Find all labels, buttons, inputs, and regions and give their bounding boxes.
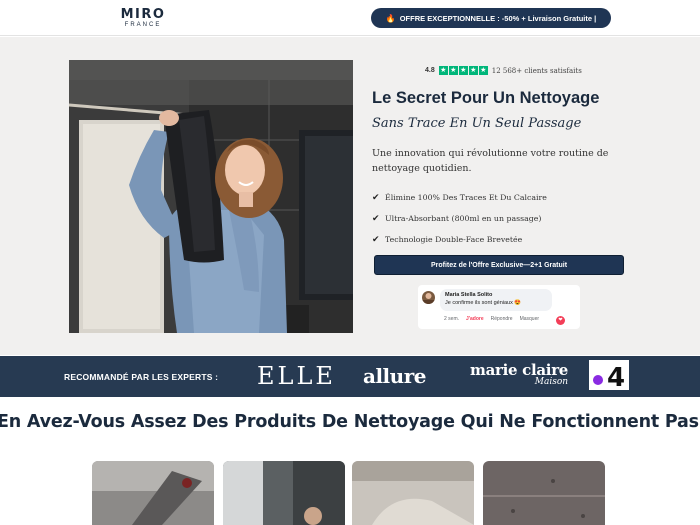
comment-time: 2 sem. — [444, 316, 460, 322]
logo-subtitle: FRANCE — [124, 22, 162, 28]
marie-claire-logo: marie claire Maison — [470, 361, 569, 388]
comment-like-link[interactable]: J'adore — [466, 316, 484, 322]
social-proof-comment: Maria Stella Solito Je confirme ils sont… — [418, 285, 580, 329]
hero-description: Une innovation qui révolutionne votre ro… — [372, 148, 609, 174]
feature-item: ✔ Ultra-Absorbant (800ml en un passage) — [372, 208, 547, 229]
feature-text: Technologie Double-Face Brevetée — [385, 235, 523, 244]
rating-stars: ★ ★ ★ ★ ★ — [438, 66, 488, 75]
experts-band: RECOMMANDÉ PAR LES EXPERTS : ELLE allure… — [0, 356, 700, 397]
feature-item: ✔ Élimine 100% Des Traces Et Du Calcaire — [372, 187, 547, 208]
hero-title: Le Secret Pour Un Nettoyage — [372, 89, 600, 107]
problem-thumbnail — [223, 461, 345, 525]
comment-reply-link[interactable]: Répondre — [491, 316, 513, 322]
rating-score: 4.8 — [425, 67, 435, 74]
allure-logo: allure — [363, 364, 426, 388]
problem-thumbnail — [352, 461, 474, 525]
check-icon: ✔ — [372, 213, 380, 224]
offer-banner[interactable]: 🔥 OFFRE EXCEPTIONNELLE : -50% + Livraiso… — [371, 8, 611, 28]
rating-summary: 4.8 ★ ★ ★ ★ ★ 12 568+ clients satisfaits — [425, 66, 582, 75]
star-icon: ★ — [448, 66, 458, 75]
problem-thumbnail — [483, 461, 605, 525]
comment-hide-link[interactable]: Masquer — [520, 316, 539, 322]
hero-product-photo — [69, 60, 353, 333]
check-icon: ✔ — [372, 234, 380, 245]
comment-actions: 2 sem. J'adore Répondre Masquer — [444, 316, 539, 322]
feature-text: Élimine 100% Des Traces Et Du Calcaire — [385, 193, 547, 202]
offer-cta-button[interactable]: Profitez de l'Offre Exclusive—2+1 Gratui… — [374, 255, 624, 275]
star-icon: ★ — [468, 66, 478, 75]
feature-item: ✔ Technologie Double-Face Brevetée — [372, 229, 547, 250]
avatar — [422, 291, 435, 304]
star-icon: ★ — [438, 66, 448, 75]
star-icon: ★ — [458, 66, 468, 75]
m6-logo: 4 — [589, 360, 629, 393]
site-header: MIRO FRANCE 🔥 OFFRE EXCEPTIONNELLE : -50… — [0, 0, 700, 36]
feature-list: ✔ Élimine 100% Des Traces Et Du Calcaire… — [372, 187, 547, 250]
comment-author[interactable]: Maria Stella Solito — [445, 292, 547, 299]
section-heading: En Avez-Vous Assez Des Produits De Netto… — [0, 412, 700, 432]
marie-claire-wordmark: marie claire — [470, 361, 569, 379]
heart-icon: ❤ — [556, 316, 565, 325]
brand-logo[interactable]: MIRO FRANCE — [118, 8, 168, 29]
problem-thumbnail — [92, 461, 214, 525]
star-icon: ★ — [478, 66, 488, 75]
feature-text: Ultra-Absorbant (800ml en un passage) — [385, 214, 542, 223]
hero-section: 4.8 ★ ★ ★ ★ ★ 12 568+ clients satisfaits… — [0, 37, 700, 355]
logo-wordmark: MIRO — [120, 7, 166, 22]
check-icon: ✔ — [372, 192, 380, 203]
offer-text: OFFRE EXCEPTIONNELLE : -50% + Livraison … — [399, 13, 597, 23]
m6-number: 4 — [607, 363, 625, 390]
experts-label: RECOMMANDÉ PAR LES EXPERTS : — [64, 372, 219, 382]
fire-icon: 🔥 — [385, 13, 396, 23]
comment-bubble: Maria Stella Solito Je confirme ils sont… — [440, 289, 552, 311]
hero-subtitle: Sans Trace En Un Seul Passage — [372, 116, 582, 131]
elle-logo: ELLE — [257, 362, 336, 390]
comment-text: Je confirme ils sont géniaux 😍 — [445, 300, 522, 306]
rating-count: 12 568+ clients satisfaits — [491, 66, 582, 75]
